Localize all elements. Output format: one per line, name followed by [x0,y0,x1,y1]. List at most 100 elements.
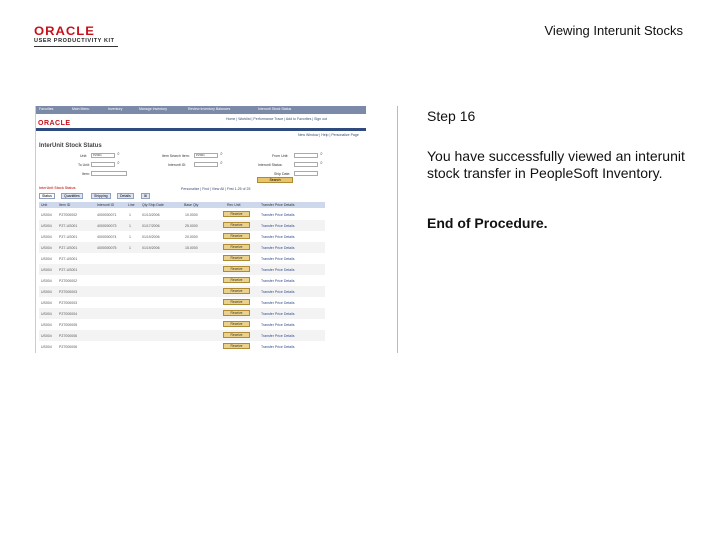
receive-button[interactable]: Receive [223,277,250,283]
to-unit-label: To Unit: [78,163,90,167]
transfer-price-details-link[interactable]: Transfer Price Details [261,279,295,283]
interunit-id-lookup-icon[interactable]: ⌕ [220,160,223,166]
cell-line: 1 [129,224,131,228]
cell-unit: US004 [41,323,52,327]
transfer-price-details-link[interactable]: Transfer Price Details [261,345,295,349]
transfer-price-details-link[interactable]: Transfer Price Details [261,246,295,250]
table-row: US004 PZ7000003 Receive Transfer Price Deta… [39,286,325,297]
tab-status[interactable]: Status [39,193,55,199]
cell-unit: US004 [41,213,52,217]
item-search-label: Item Search Item: [162,154,190,158]
tab-details[interactable]: Details [117,193,134,199]
interunit-status-label: Interunit Status: [258,163,283,167]
transfer-price-details-link[interactable]: Transfer Price Details [261,334,295,338]
logo-word: ORACLE [34,23,95,38]
transfer-price-details-link[interactable]: Transfer Price Details [261,235,295,239]
item-label: Item: [82,172,90,176]
cell-unit: US004 [41,257,52,261]
table-row: US004 PZ7-US001 4000000075 1 01/19/2006 15.00… [39,242,325,253]
cell-line: 1 [129,246,131,250]
cell-item: PZ7000002 [59,213,78,217]
tab-shipping[interactable]: Shipping [91,193,111,199]
transfer-price-details-link[interactable]: Transfer Price Details [261,323,295,327]
unit-input[interactable]: PZ001 [91,153,115,158]
component-title: InterUnit Stock Status [39,143,102,149]
receive-button[interactable]: Receive [223,255,250,261]
tab-quantities[interactable]: Quantities [61,193,83,199]
transfer-price-details-link[interactable]: Transfer Price Details [261,312,295,316]
col-interunit-id: Interunit ID [97,203,115,207]
cell-item: PZ7000004 [59,312,78,316]
receive-button[interactable]: Receive [223,321,250,327]
transfer-price-details-link[interactable]: Transfer Price Details [261,290,295,294]
cell-id: 4000000075 [97,246,117,250]
ship-date-label: Ship Date: [274,172,291,176]
receive-button[interactable]: Receive [223,310,250,316]
breadcrumb-interunit-status[interactable]: Interunit Stock Status [258,107,291,111]
tab-show-all-icon[interactable]: ⊞ [141,193,150,199]
interunit-id-input[interactable] [194,162,218,167]
table-row: US004 PZ7000006 Receive Transfer Price Deta… [39,341,325,352]
col-line: Line [128,203,135,207]
receive-button[interactable]: Receive [223,244,250,250]
receive-button[interactable]: Receive [223,266,250,272]
transfer-price-details-link[interactable]: Transfer Price Details [261,268,295,272]
receive-button[interactable]: Receive [223,233,250,239]
receive-button[interactable]: Receive [223,211,250,217]
cell-line: 1 [129,235,131,239]
cell-item: PZ7000006 [59,334,78,338]
cell-item: PZ7000002 [59,279,78,283]
item-search-input[interactable]: PZ001 [194,153,218,158]
from-unit-lookup-icon[interactable]: ⌕ [320,151,323,157]
cell-qty: 25.0000 [185,224,198,228]
unit-lookup-icon[interactable]: ⌕ [117,151,120,157]
cell-id: 4000000074 [97,235,117,239]
receive-button[interactable]: Receive [223,288,250,294]
interunit-status-lookup-icon[interactable]: ⌕ [320,160,323,166]
universal-nav[interactable]: Home | Worklist | Performance Trace | Ad… [226,117,327,121]
breadcrumb-review-balances[interactable]: Review Inventory Balances [188,107,230,111]
to-unit-input[interactable] [91,162,115,167]
transfer-price-details-link[interactable]: Transfer Price Details [261,213,295,217]
receive-button[interactable]: Receive [223,222,250,228]
breadcrumb-manage-inventory[interactable]: Manage Inventory [139,107,167,111]
cell-unit: US004 [41,334,52,338]
table-row: US004 PZ7-US001 4000000073 1 01/17/2006 25.00… [39,220,325,231]
screenshot-divider [397,106,398,353]
transfer-price-details-link[interactable]: Transfer Price Details [261,224,295,228]
to-unit-lookup-icon[interactable]: ⌕ [117,160,120,166]
interunit-status-input[interactable] [294,162,318,167]
search-button[interactable]: Search [257,177,293,183]
receive-button[interactable]: Receive [223,299,250,305]
grid-column-header: Unit Item ID Interunit ID Line Qty Ship … [39,202,325,208]
item-input[interactable] [91,171,127,176]
receive-button[interactable]: Receive [223,343,250,349]
item-search-lookup-icon[interactable]: ⌕ [220,151,223,157]
application-screenshot: Favorites Main Menu Inventory Manage Inv… [35,106,398,353]
cell-item: PZ7-US001 [59,257,78,261]
from-unit-input[interactable] [294,153,318,158]
breadcrumb-bar: Favorites Main Menu Inventory Manage Inv… [36,106,366,114]
page-title: Viewing Interunit Stocks [544,23,684,38]
cell-item: PZ7-US001 [59,235,78,239]
cell-date: 01/13/2006 [142,213,160,217]
transfer-price-details-link[interactable]: Transfer Price Details [261,257,295,261]
cell-unit: US004 [41,279,52,283]
breadcrumb-favorites[interactable]: Favorites [39,107,53,111]
cell-unit: US004 [41,301,52,305]
from-unit-label: From Unit: [272,154,289,158]
end-of-procedure: End of Procedure. [427,215,548,231]
breadcrumb-inventory[interactable]: Inventory [108,107,122,111]
page-bar-links[interactable]: New Window | Help | Personalize Page [298,133,359,137]
col-transfer-price: Transfer Price Details [261,203,295,207]
table-row: US004 PZ7000004 Receive Transfer Price Deta… [39,308,325,319]
receive-button[interactable]: Receive [223,332,250,338]
grid-navigation[interactable]: Personalize | Find | View All | First 1-… [181,187,250,191]
breadcrumb-main-menu[interactable]: Main Menu [72,107,89,111]
col-unit: Unit [41,203,48,207]
cell-item: PZ7-US001 [59,268,78,272]
transfer-price-details-link[interactable]: Transfer Price Details [261,301,295,305]
ship-date-input[interactable] [294,171,318,176]
cell-unit: US004 [41,235,52,239]
col-item-id: Item ID [59,203,71,207]
